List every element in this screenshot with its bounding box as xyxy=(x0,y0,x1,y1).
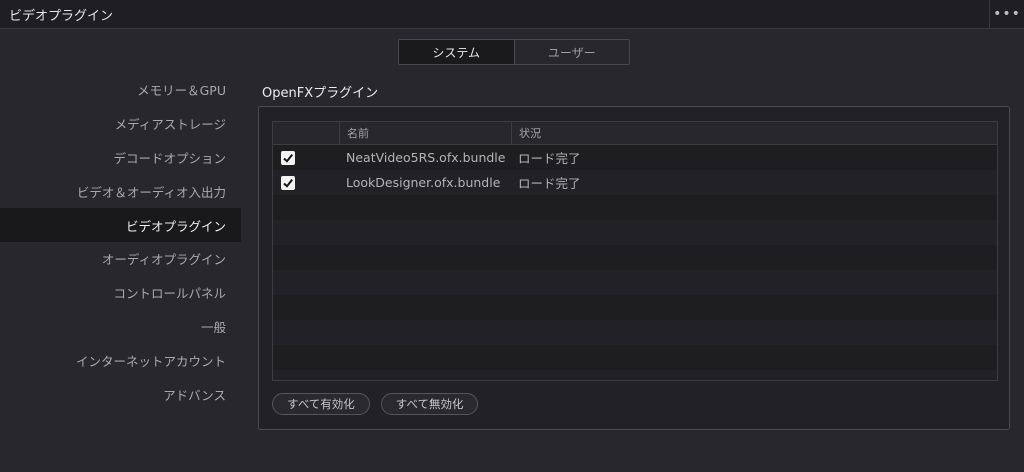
plugin-table: 名前 状況 NeatVideo5RS.ofx.bundle ロード完了 Look… xyxy=(272,121,998,381)
sidebar-item-decode-options[interactable]: デコードオプション xyxy=(0,141,241,175)
empty-table-row xyxy=(273,370,997,380)
empty-table-row xyxy=(273,345,997,370)
window-title: ビデオプラグイン xyxy=(9,9,114,24)
table-header: 名前 状況 xyxy=(273,122,997,145)
column-header-enabled xyxy=(273,122,340,144)
sidebar: メモリー＆GPU メディアストレージ デコードオプション ビデオ＆オーディオ入出… xyxy=(0,73,241,411)
plugin-status: ロード完了 xyxy=(518,151,581,166)
plugin-name: NeatVideo5RS.ofx.bundle xyxy=(346,150,506,165)
sidebar-item-internet-accounts[interactable]: インターネットアカウント xyxy=(0,343,241,377)
disable-all-button[interactable]: すべて無効化 xyxy=(380,393,479,415)
table-row[interactable]: LookDesigner.ofx.bundle ロード完了 xyxy=(273,170,997,195)
table-row[interactable]: NeatVideo5RS.ofx.bundle ロード完了 xyxy=(273,145,997,170)
checkmark-icon xyxy=(283,153,293,163)
sidebar-item-video-plugins[interactable]: ビデオプラグイン xyxy=(0,208,241,242)
column-header-status[interactable]: 状況 xyxy=(512,122,997,144)
empty-table-row xyxy=(273,320,997,345)
column-header-name[interactable]: 名前 xyxy=(340,122,512,144)
sidebar-item-video-audio-io[interactable]: ビデオ＆オーディオ入出力 xyxy=(0,174,241,208)
more-options-button[interactable]: ••• xyxy=(989,0,1024,28)
action-buttons: すべて有効化 すべて無効化 xyxy=(272,393,479,415)
plugin-status: ロード完了 xyxy=(518,176,581,191)
table-body: NeatVideo5RS.ofx.bundle ロード完了 LookDesign… xyxy=(273,145,997,380)
plugin-enabled-checkbox[interactable] xyxy=(281,150,295,165)
section-title: OpenFXプラグイン xyxy=(262,86,379,101)
sidebar-item-media-storage[interactable]: メディアストレージ xyxy=(0,107,241,141)
sidebar-item-advanced[interactable]: アドバンス xyxy=(0,377,241,411)
sidebar-item-general[interactable]: 一般 xyxy=(0,310,241,344)
empty-table-row xyxy=(273,295,997,320)
preferences-window: ビデオプラグイン ••• システム ユーザー メモリー＆GPU メディアストレー… xyxy=(0,0,1024,472)
empty-table-row xyxy=(273,220,997,245)
plugin-enabled-checkbox[interactable] xyxy=(281,175,295,190)
ellipsis-icon: ••• xyxy=(993,6,1021,22)
sidebar-item-control-panels[interactable]: コントロールパネル xyxy=(0,276,241,310)
empty-table-row xyxy=(273,270,997,295)
plugin-name: LookDesigner.ofx.bundle xyxy=(346,175,501,190)
empty-table-row xyxy=(273,195,997,220)
preferences-tabs: システム ユーザー xyxy=(398,39,630,65)
tab-user[interactable]: ユーザー xyxy=(514,40,629,64)
sidebar-item-audio-plugins[interactable]: オーディオプラグイン xyxy=(0,242,241,276)
openfx-panel: 名前 状況 NeatVideo5RS.ofx.bundle ロード完了 Look… xyxy=(258,106,1010,430)
title-bar: ビデオプラグイン ••• xyxy=(0,0,1024,29)
tab-system[interactable]: システム xyxy=(399,40,515,64)
sidebar-item-memory-gpu[interactable]: メモリー＆GPU xyxy=(0,73,241,107)
checkmark-icon xyxy=(283,178,293,188)
enable-all-button[interactable]: すべて有効化 xyxy=(272,393,370,415)
empty-table-row xyxy=(273,245,997,270)
